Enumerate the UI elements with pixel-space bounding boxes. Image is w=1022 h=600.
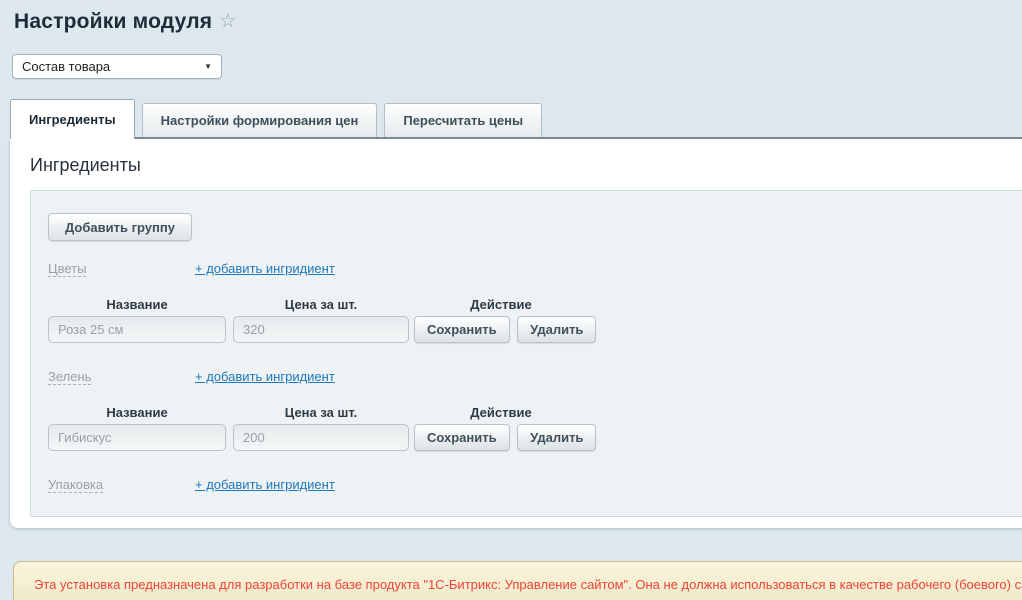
group-header: Упаковка + добавить ингридиент (48, 477, 1022, 492)
group-name: Зелень (48, 369, 195, 384)
table-header-row: Название Цена за шт. Действие (48, 297, 1022, 312)
add-group-button[interactable]: Добавить группу (48, 213, 192, 241)
content-panel: Ингредиенты Добавить группу Цветы + доба… (10, 139, 1022, 528)
ingredient-price-input[interactable] (233, 424, 409, 451)
page-title: Настройки модуля☆ (14, 10, 236, 34)
chevron-down-icon: ▼ (204, 62, 212, 71)
column-header-action: Действие (414, 405, 588, 420)
admin-page: Настройки модуля☆ Состав товара ▼ Ингред… (0, 0, 1022, 600)
tab-ingredients[interactable]: Ингредиенты (10, 99, 135, 139)
group-name: Упаковка (48, 477, 195, 492)
select-value: Состав товара (22, 59, 110, 74)
group-header: Цветы + добавить ингридиент (48, 261, 1022, 276)
group-header: Зелень + добавить ингридиент (48, 369, 1022, 384)
module-section-select[interactable]: Состав товара ▼ (12, 54, 222, 79)
delete-button[interactable]: Удалить (517, 424, 596, 451)
column-header-price: Цена за шт. (233, 297, 409, 312)
delete-button[interactable]: Удалить (517, 316, 596, 343)
add-ingredient-link[interactable]: + добавить ингридиент (195, 477, 335, 492)
add-ingredient-link[interactable]: + добавить ингридиент (195, 261, 335, 276)
tab-price-settings[interactable]: Настройки формирования цен (142, 103, 378, 137)
trial-version-warning: Эта установка предназначена для разработ… (13, 561, 1022, 600)
table-header-row: Название Цена за шт. Действие (48, 405, 1022, 420)
ingredient-name-input[interactable] (48, 424, 226, 451)
tab-bar: Ингредиенты Настройки формирования цен П… (10, 99, 1022, 139)
column-header-action: Действие (414, 297, 588, 312)
warning-text: Эта установка предназначена для разработ… (34, 577, 1022, 592)
panel-heading: Ингредиенты (30, 155, 141, 176)
group-name: Цветы (48, 261, 195, 276)
save-button[interactable]: Сохранить (414, 316, 510, 343)
ingredients-box: Добавить группу Цветы + добавить ингриди… (30, 190, 1022, 517)
favorite-star-icon[interactable]: ☆ (219, 11, 236, 32)
add-ingredient-link[interactable]: + добавить ингридиент (195, 369, 335, 384)
column-header-price: Цена за шт. (233, 405, 409, 420)
tab-recalculate-prices[interactable]: Пересчитать цены (384, 103, 542, 137)
ingredient-price-input[interactable] (233, 316, 409, 343)
save-button[interactable]: Сохранить (414, 424, 510, 451)
column-header-name: Название (48, 297, 226, 312)
table-row: Сохранить Удалить (48, 316, 1022, 343)
column-header-name: Название (48, 405, 226, 420)
ingredient-name-input[interactable] (48, 316, 226, 343)
table-row: Сохранить Удалить (48, 424, 1022, 451)
